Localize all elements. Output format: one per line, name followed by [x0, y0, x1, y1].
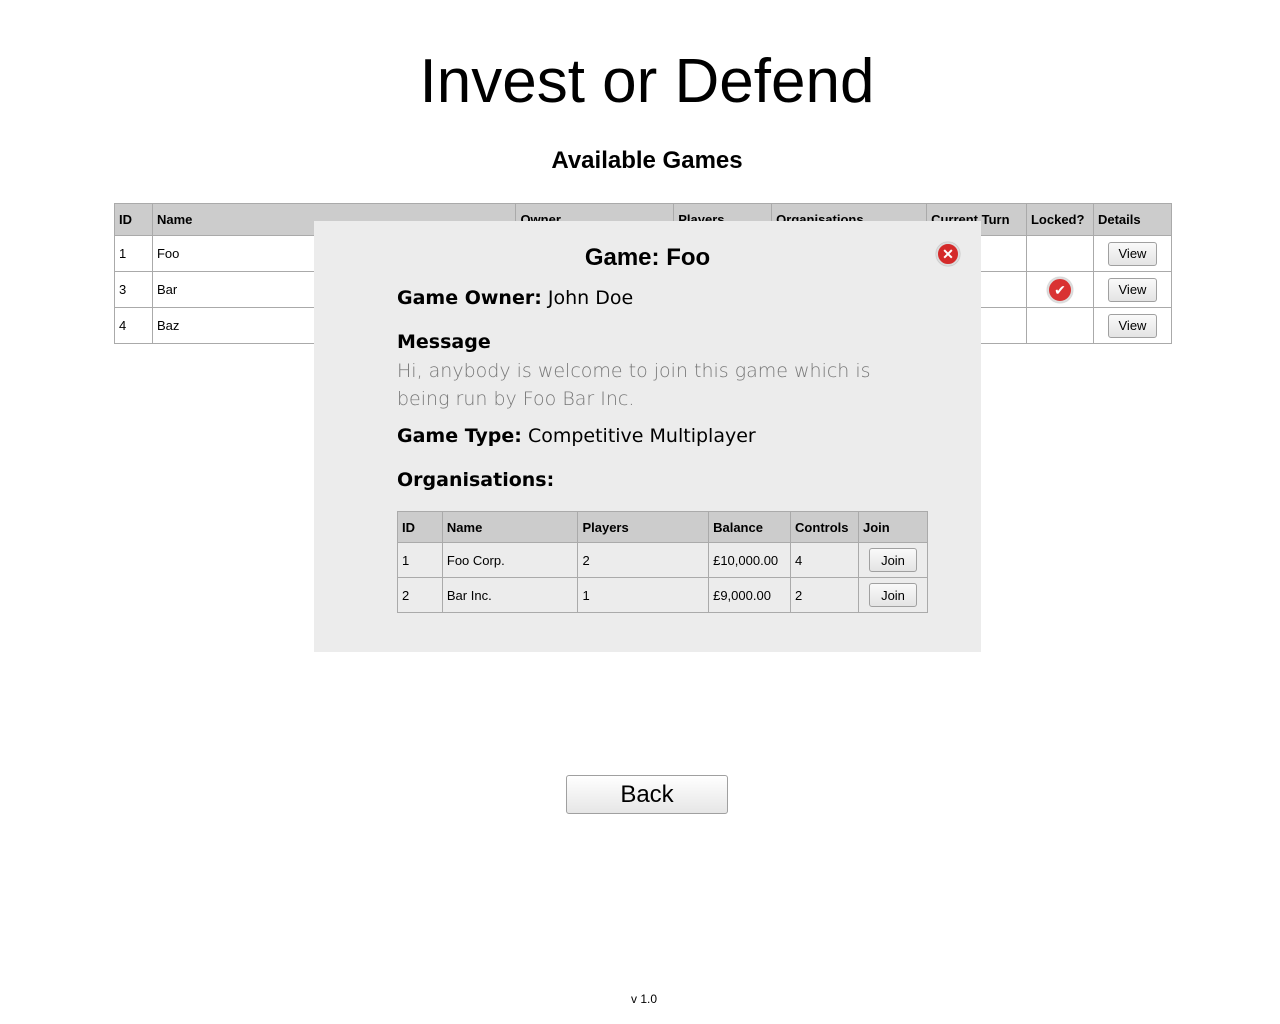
game-details-cell: View	[1092, 235, 1173, 272]
game-id: 3	[114, 271, 153, 308]
orgs-header-players: Players	[577, 511, 710, 543]
org-controls: 2	[790, 577, 860, 613]
join-button[interactable]: Join	[869, 583, 917, 607]
view-button[interactable]: View	[1107, 277, 1157, 302]
game-owner-value: John Doe	[547, 287, 634, 309]
org-balance: £9,000.00	[708, 577, 792, 613]
view-button[interactable]: View	[1107, 313, 1157, 338]
message-heading: Message	[397, 331, 491, 353]
game-id: 1	[114, 235, 153, 272]
game-locked-cell	[1025, 307, 1094, 344]
game-owner-label: Game Owner:	[397, 287, 542, 309]
org-join-cell: Join	[858, 542, 928, 578]
game-details-modal: Game: Foo ✕ Game Owner: John Doe Message…	[314, 221, 981, 652]
games-header-id: ID	[114, 203, 153, 236]
table-row: 1 Foo Corp. 2 £10,000.00 4 Join	[397, 542, 928, 578]
org-players: 2	[577, 542, 710, 578]
org-controls: 4	[790, 542, 860, 578]
section-title: Available Games	[551, 147, 743, 174]
game-id: 4	[114, 307, 153, 344]
org-join-cell: Join	[858, 577, 928, 613]
game-owner-line: Game Owner: John Doe	[397, 285, 928, 311]
modal-title: Game: Foo	[584, 244, 711, 271]
back-button[interactable]: Back	[566, 775, 728, 814]
message-text: Hi, anybody is welcome to join this game…	[397, 360, 871, 410]
page: Invest or Defend Available Games ID Name…	[0, 0, 1280, 1024]
modal-body: Game Owner: John Doe Message Hi, anybody…	[397, 285, 928, 613]
games-header-details: Details	[1092, 203, 1173, 236]
orgs-header-row: ID Name Players Balance Controls Join	[397, 511, 928, 543]
view-button[interactable]: View	[1107, 241, 1157, 266]
game-details-cell: View	[1092, 271, 1173, 308]
version-label: v 1.0	[630, 992, 657, 1006]
close-icon[interactable]: ✕	[936, 242, 960, 266]
game-type-line: Game Type: Competitive Multiplayer	[397, 423, 928, 449]
organisations-table: ID Name Players Balance Controls Join 1 …	[397, 511, 928, 613]
games-header-locked: Locked?	[1025, 203, 1094, 236]
orgs-header-name: Name	[441, 511, 579, 543]
org-name: Bar Inc.	[441, 577, 579, 613]
game-locked-cell: ✔	[1025, 271, 1094, 308]
org-players: 1	[577, 577, 710, 613]
org-balance: £10,000.00	[708, 542, 792, 578]
game-locked-cell	[1025, 235, 1094, 272]
game-details-cell: View	[1092, 307, 1173, 344]
app-title: Invest or Defend	[419, 47, 875, 116]
join-button[interactable]: Join	[869, 548, 917, 572]
org-name: Foo Corp.	[441, 542, 579, 578]
game-type-value: Competitive Multiplayer	[527, 425, 756, 447]
orgs-header-id: ID	[397, 511, 443, 543]
organisations-heading: Organisations:	[397, 469, 555, 491]
game-type-label: Game Type:	[397, 425, 522, 447]
org-id: 2	[397, 577, 443, 613]
org-id: 1	[397, 542, 443, 578]
orgs-header-balance: Balance	[708, 511, 792, 543]
locked-check-icon: ✔	[1046, 276, 1073, 303]
table-row: 2 Bar Inc. 1 £9,000.00 2 Join	[397, 577, 928, 613]
orgs-header-controls: Controls	[790, 511, 860, 543]
orgs-header-join: Join	[858, 511, 928, 543]
